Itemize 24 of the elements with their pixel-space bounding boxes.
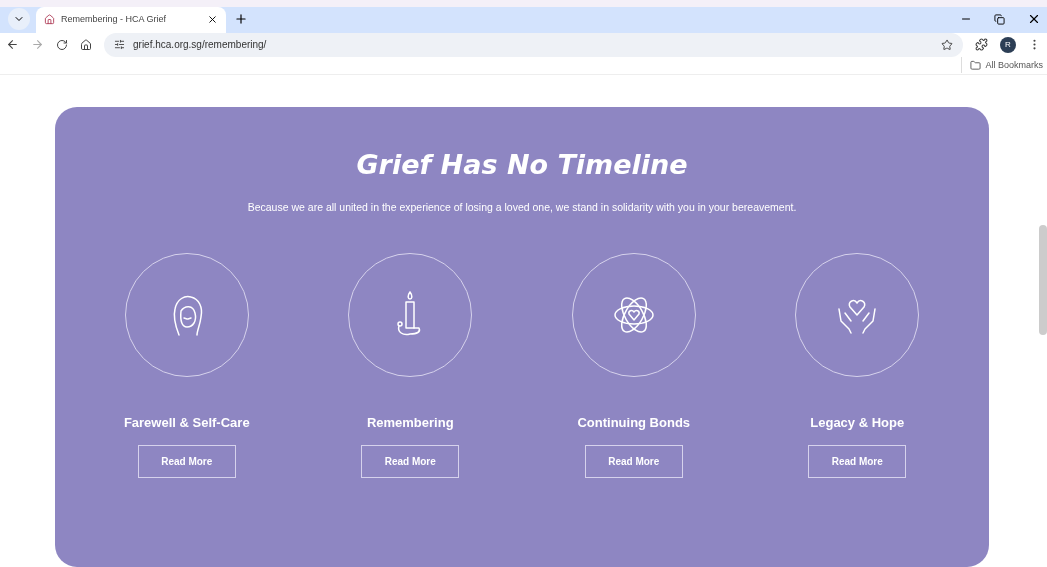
tab-title: Remembering - HCA Grief: [61, 13, 168, 27]
new-tab-icon[interactable]: [234, 11, 248, 26]
card-title: Continuing Bonds: [577, 414, 691, 433]
card-title: Farewell & Self-Care: [123, 414, 250, 433]
folder-icon: [970, 59, 982, 71]
hero-subtitle: Because we are all united in the experience of losing a loved one, we stand in solidarity with you in your bereavement.: [247, 199, 797, 215]
home-icon[interactable]: [80, 38, 92, 51]
back-icon[interactable]: [6, 38, 19, 52]
hero-title: Grief Has No Timeline: [356, 148, 688, 182]
card-title: Remembering: [366, 414, 454, 433]
url-text: grief.hca.org.sg/remembering/: [133, 38, 268, 53]
close-icon[interactable]: [207, 14, 218, 26]
tab-search-button[interactable]: [8, 7, 30, 30]
profile-avatar[interactable]: R: [1000, 36, 1016, 53]
bookmark-star-icon[interactable]: [941, 38, 953, 51]
restore-icon[interactable]: [994, 13, 1005, 25]
card-title: Legacy & Hope: [810, 414, 905, 433]
browser-tab[interactable]: Remembering - HCA Grief: [36, 6, 226, 33]
all-bookmarks-button[interactable]: All Bookmarks: [970, 58, 1043, 73]
site-settings-icon[interactable]: [114, 39, 125, 51]
site-icon: [44, 14, 55, 26]
reload-icon[interactable]: [56, 38, 68, 51]
extensions-icon[interactable]: [975, 38, 988, 52]
address-bar[interactable]: grief.hca.org.sg/remembering/: [104, 32, 963, 57]
